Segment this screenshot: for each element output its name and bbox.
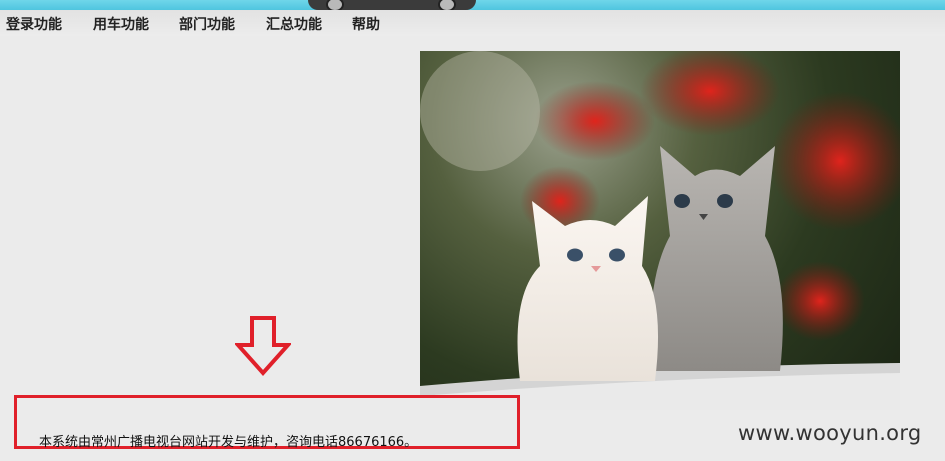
main-nav: 登录功能 用车功能 部门功能 汇总功能 帮助 [0,10,945,36]
nav-summary[interactable]: 汇总功能 [266,14,322,34]
nav-department[interactable]: 部门功能 [179,14,235,34]
kittens-photo [420,51,900,410]
nav-vehicle[interactable]: 用车功能 [93,14,149,34]
watermark: www.wooyun.org [738,421,922,445]
nav-login[interactable]: 登录功能 [6,14,62,34]
highlight-box: 本系统由常州广播电视台网站开发与维护，咨询电话86676166。 [14,395,520,450]
car-illustration [308,0,476,12]
nav-help[interactable]: 帮助 [352,14,380,34]
top-banner [0,0,945,12]
footer-notice: 本系统由常州广播电视台网站开发与维护，咨询电话86676166。 [39,435,418,450]
down-arrow-icon [233,315,293,381]
